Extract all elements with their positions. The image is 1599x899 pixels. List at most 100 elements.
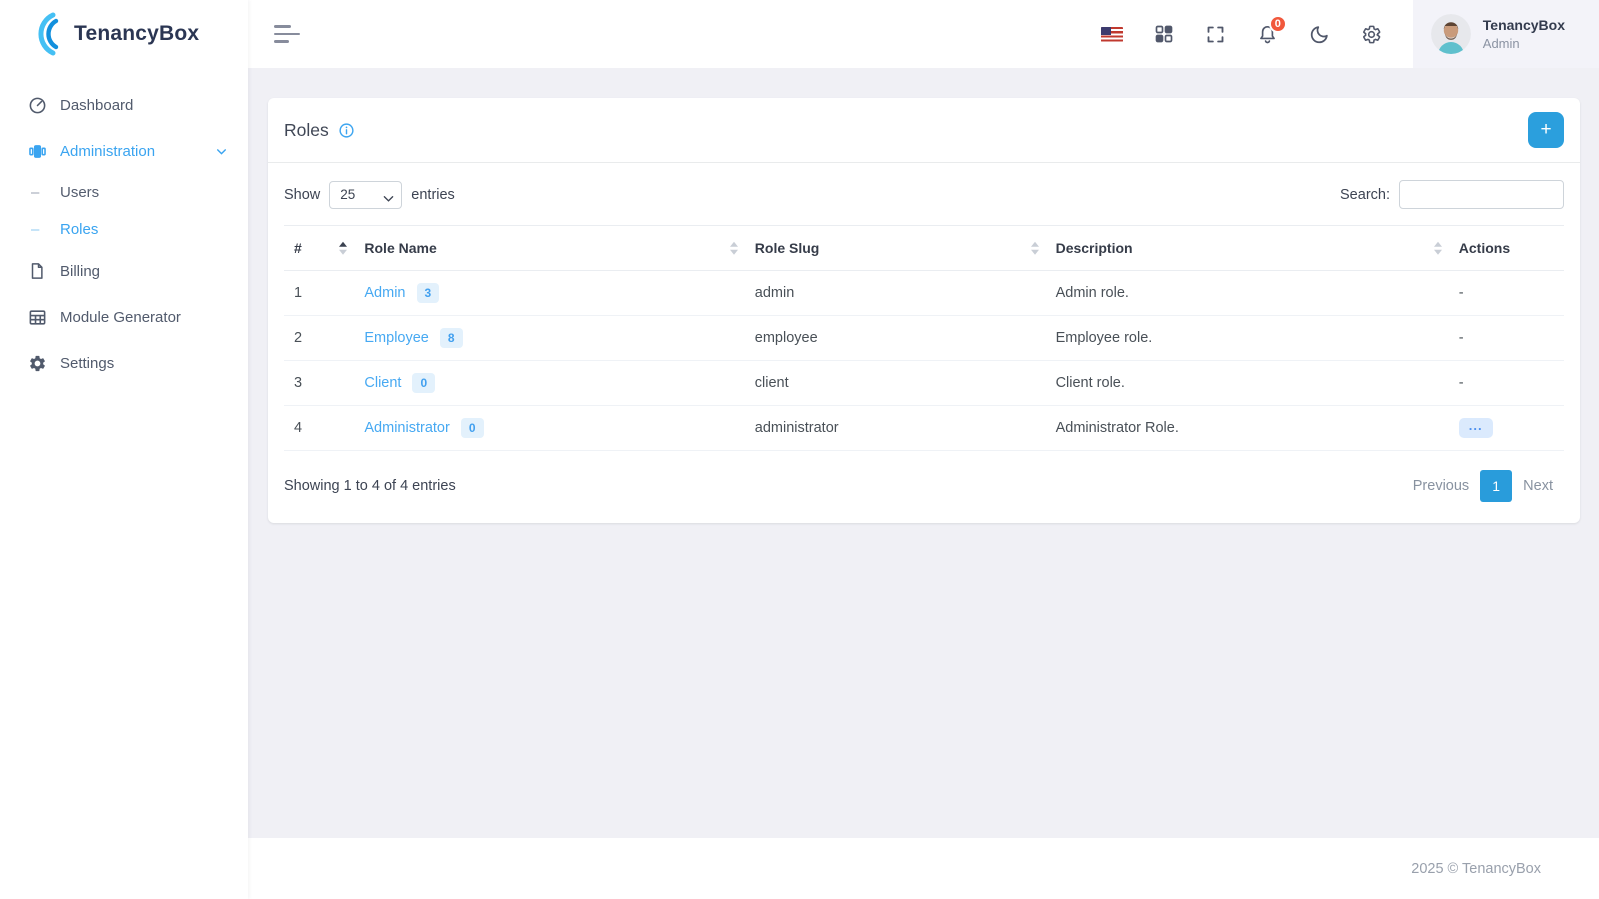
role-actions: - [1449,316,1564,361]
copyright-text: 2025 © TenancyBox [1411,861,1541,877]
role-count-badge: 3 [417,283,440,303]
current-page-button[interactable]: 1 [1480,470,1512,502]
dash-icon: – [31,221,47,238]
table-footer: Showing 1 to 4 of 4 entries Previous 1 N… [268,451,1580,523]
role-description: Client role. [1046,361,1449,406]
row-number: 2 [284,316,354,361]
column-header-role-name[interactable]: Role Name [354,226,744,271]
column-header-description[interactable]: Description [1046,226,1449,271]
table-row: 4 Administrator 0 administrator Administr… [284,406,1564,451]
notifications-bell-icon[interactable]: 0 [1257,23,1279,45]
table-grid-icon [27,307,47,327]
column-header-role-slug[interactable]: Role Slug [745,226,1046,271]
row-number: 3 [284,361,354,406]
table-row: 1 Admin 3 admin Admin role. - [284,271,1564,316]
user-meta: TenancyBox Admin [1483,17,1565,51]
buildings-icon [27,141,47,161]
sidebar-item-label: Billing [60,263,100,280]
row-number: 1 [284,271,354,316]
sort-icon [339,242,347,255]
role-name-link[interactable]: Employee [364,330,428,346]
sidebar: TenancyBox Dashboard Administration [0,0,248,899]
role-slug: employee [745,316,1046,361]
sidebar-item-module-generator[interactable]: Module Generator [0,294,248,340]
apps-grid-icon[interactable] [1153,23,1175,45]
sidebar-item-billing[interactable]: Billing [0,248,248,294]
role-actions: - [1449,271,1564,316]
role-slug: administrator [745,406,1046,451]
sort-icon [1434,242,1442,255]
user-menu[interactable]: TenancyBox Admin [1413,0,1599,68]
sidebar-item-settings[interactable]: Settings [0,340,248,386]
settings-gear-icon[interactable] [1361,23,1383,45]
role-slug: admin [745,271,1046,316]
fullscreen-icon[interactable] [1205,23,1227,45]
chevron-down-icon [215,145,228,158]
role-count-badge: 0 [461,418,484,438]
add-role-button[interactable]: + [1528,112,1564,148]
role-actions: - [1449,361,1564,406]
sort-icon [730,242,738,255]
sidebar-item-label: Roles [60,221,98,238]
role-name-link[interactable]: Administrator [364,420,449,436]
role-count-badge: 8 [440,328,463,348]
sidebar-item-administration[interactable]: Administration [0,128,248,174]
roles-card: Roles + Show 25 [268,98,1580,523]
row-actions-menu-button[interactable]: ... [1459,418,1493,438]
role-name-link[interactable]: Client [364,375,401,391]
sidebar-item-label: Settings [60,355,114,372]
sidebar-nav: Dashboard Administration – Users – [0,68,248,386]
page-title: Roles [284,120,329,141]
table-row: 2 Employee 8 employee Employee role. - [284,316,1564,361]
search-input[interactable] [1399,180,1564,209]
page-footer: 2025 © TenancyBox [248,838,1599,899]
next-page-button[interactable]: Next [1512,472,1564,500]
logo-wordmark: TenancyBox [74,22,199,46]
sidebar-item-users[interactable]: – Users [0,174,248,211]
sidebar-item-roles[interactable]: – Roles [0,211,248,248]
info-icon[interactable] [338,122,355,139]
table-header-row: # Role Name Role Slug Description [284,226,1564,271]
role-description: Employee role. [1046,316,1449,361]
row-number: 4 [284,406,354,451]
user-name: TenancyBox [1483,17,1565,33]
file-icon [27,261,47,281]
main-content: Roles + Show 25 [248,68,1599,838]
role-description: Admin role. [1046,271,1449,316]
sidebar-item-label: Module Generator [60,309,181,326]
app-logo[interactable]: TenancyBox [0,0,248,68]
dashboard-icon [27,95,47,115]
role-count-badge: 0 [412,373,435,393]
previous-page-button[interactable]: Previous [1402,472,1480,500]
entries-info: Showing 1 to 4 of 4 entries [284,478,456,494]
role-description: Administrator Role. [1046,406,1449,451]
avatar [1431,14,1471,54]
card-header: Roles + [268,98,1580,163]
language-flag-icon[interactable] [1101,23,1123,45]
table-row: 3 Client 0 client Client role. - [284,361,1564,406]
sidebar-item-label: Users [60,184,99,201]
column-header-num[interactable]: # [284,226,354,271]
entries-label: entries [411,187,455,203]
topbar: 0 [248,0,1599,68]
sort-icon [1031,242,1039,255]
pagination: Previous 1 Next [1402,470,1564,502]
logo-icon [26,11,72,57]
table-controls: Show 25 entries Search: [268,163,1580,221]
menu-toggle-icon[interactable] [274,25,300,42]
user-role: Admin [1483,36,1565,51]
roles-table: # Role Name Role Slug Description [284,225,1564,451]
role-slug: client [745,361,1046,406]
dash-icon: – [31,184,47,201]
topbar-icons: 0 [1101,23,1413,45]
notification-badge: 0 [1269,15,1287,33]
dark-mode-moon-icon[interactable] [1309,23,1331,45]
page-size-select[interactable]: 25 [329,181,402,209]
sidebar-item-label: Dashboard [60,97,133,114]
sidebar-item-dashboard[interactable]: Dashboard [0,82,248,128]
gear-icon [27,353,47,373]
sidebar-item-label: Administration [60,143,155,160]
role-name-link[interactable]: Admin [364,285,405,301]
column-header-actions: Actions [1449,226,1564,271]
search-label: Search: [1340,187,1390,203]
